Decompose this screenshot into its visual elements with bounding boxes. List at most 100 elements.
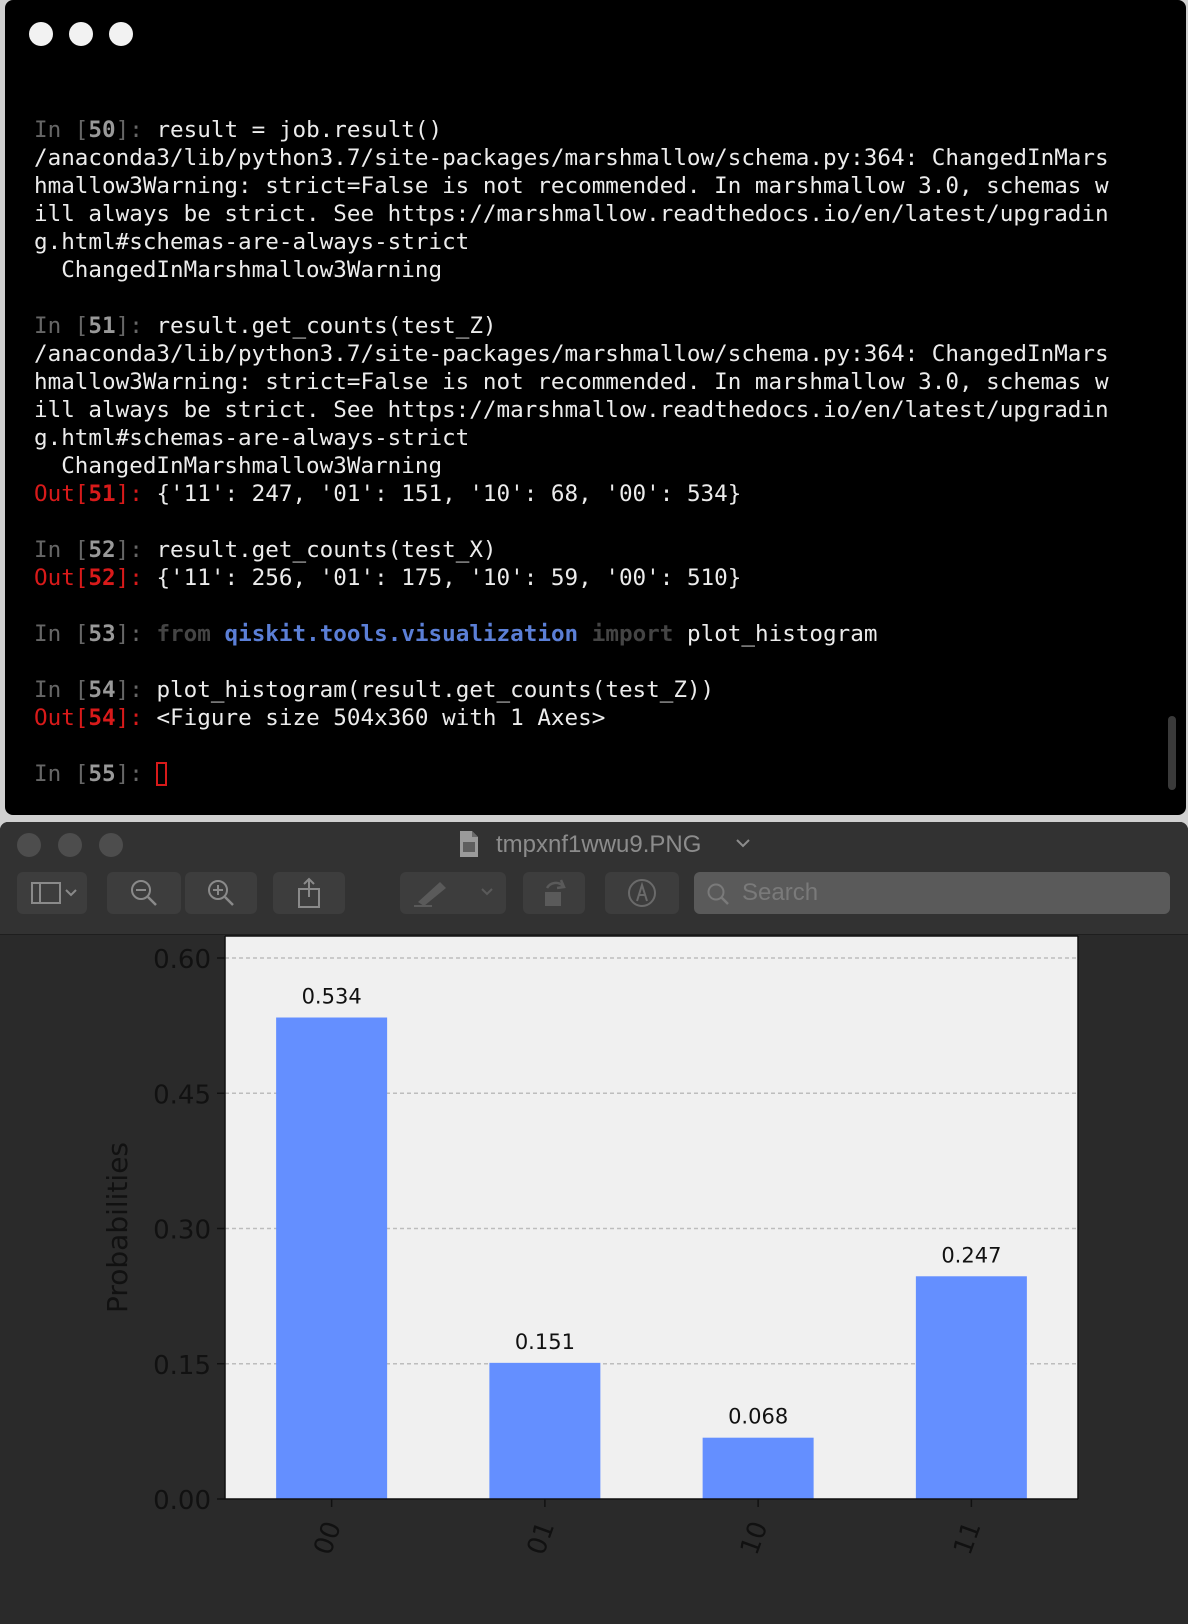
prompt-number: 54 — [88, 677, 116, 703]
prompt-number: 52 — [88, 537, 116, 563]
out-prompt-suffix: ]: — [115, 705, 157, 731]
prompt-prefix: In [ — [34, 117, 89, 143]
prompt-number: 51 — [88, 313, 116, 339]
input-prompt-line: In [55]: — [34, 760, 1154, 788]
bar-00 — [276, 1017, 388, 1499]
x-tick-label: 01 — [522, 1518, 562, 1559]
out-prompt-suffix: ]: — [115, 481, 157, 507]
window-title: tmpxnf1wwu9.PNG — [496, 831, 702, 858]
prompt-prefix: In [ — [34, 761, 89, 787]
out-prompt-suffix: ]: — [115, 565, 157, 591]
output-line: /anaconda3/lib/python3.7/site-packages/m… — [34, 341, 1109, 367]
prompt-prefix: In [ — [34, 621, 89, 647]
y-tick-label: 0.45 — [153, 1080, 211, 1110]
prompt-number: 55 — [88, 761, 116, 787]
module-name: qiskit.tools.visualization — [224, 621, 579, 647]
y-tick-label: 0.60 — [153, 945, 211, 975]
bar-01 — [489, 1362, 601, 1499]
document-icon — [460, 831, 478, 857]
bar-value-label: 0.068 — [728, 1405, 788, 1429]
bar-value-label: 0.151 — [515, 1330, 575, 1354]
preview-close-button[interactable] — [17, 833, 41, 857]
zoom-window-button[interactable] — [109, 22, 133, 46]
markup-pen-button[interactable] — [400, 872, 506, 914]
output-result-line: Out[52]: {'11': 256, '01': 175, '10': 59… — [34, 564, 1154, 592]
close-window-button[interactable] — [29, 22, 53, 46]
input-code: plot_histogram(result.get_counts(test_Z)… — [156, 677, 715, 703]
output-line: ChangedInMarshmallow3Warning — [34, 453, 443, 479]
prompt-suffix: ]: — [115, 761, 157, 787]
imported-name: plot_histogram — [687, 621, 878, 647]
y-tick-label: 0.30 — [153, 1216, 211, 1246]
prompt-number: 50 — [88, 117, 116, 143]
preview-minimize-button[interactable] — [58, 833, 82, 857]
rotate-icon — [545, 879, 566, 906]
markup-toolbar-button[interactable] — [605, 872, 679, 914]
prompt-prefix: In [ — [34, 313, 89, 339]
search-input[interactable] — [742, 872, 1152, 914]
input-line: In [52]: result.get_counts(test_X) — [34, 536, 1154, 564]
x-tick-label: 11 — [948, 1518, 988, 1559]
search-field[interactable] — [694, 872, 1170, 914]
chevron-down-icon[interactable] — [734, 834, 752, 852]
text-cursor[interactable] — [156, 762, 168, 786]
input-code: result.get_counts(test_X) — [156, 537, 497, 563]
preview-window-controls — [17, 833, 123, 857]
output-line: /anaconda3/lib/python3.7/site-packages/m… — [34, 145, 1109, 171]
preview-toolbar: tmpxnf1wwu9.PNG — [0, 822, 1188, 935]
preview-zoom-button[interactable] — [99, 833, 123, 857]
input-code: result.get_counts(test_Z) — [156, 313, 497, 339]
output-line: ChangedInMarshmallow3Warning — [34, 257, 443, 283]
y-tick-label: 0.15 — [153, 1351, 211, 1381]
zoom-in-button[interactable] — [185, 872, 257, 914]
out-prompt-prefix: Out[ — [34, 705, 89, 731]
prompt-prefix: In [ — [34, 537, 89, 563]
preview-window: tmpxnf1wwu9.PNG Search 0.534 00 0.151 01… — [0, 822, 1188, 1624]
window-controls — [29, 22, 133, 46]
output-line: ill always be strict. See https://marshm… — [34, 201, 1109, 227]
output-value: {'11': 247, '01': 151, '10': 68, '00': 5… — [156, 481, 742, 507]
out-prompt-number: 52 — [88, 565, 116, 591]
share-icon — [298, 877, 320, 908]
output-value: {'11': 256, '01': 175, '10': 59, '00': 5… — [156, 565, 742, 591]
x-tick-label: 10 — [735, 1518, 775, 1559]
bar-value-label: 0.247 — [941, 1243, 1001, 1267]
keyword-from: from — [156, 621, 211, 647]
prompt-suffix: ]: — [115, 313, 157, 339]
sidebar-toggle-button[interactable] — [17, 872, 87, 914]
y-axis-label: Probabilities — [101, 1142, 134, 1313]
out-prompt-prefix: Out[ — [34, 565, 89, 591]
zoom-out-icon — [131, 880, 157, 906]
input-line: In [53]: from qiskit.tools.visualization… — [34, 620, 1154, 648]
terminal-window: In [50]: result = job.result()/anaconda3… — [5, 0, 1186, 815]
ipython-console[interactable]: In [50]: result = job.result()/anaconda3… — [34, 116, 1154, 788]
bar-11 — [915, 1276, 1027, 1499]
out-prompt-number: 54 — [88, 705, 116, 731]
bar-value-label: 0.534 — [302, 985, 362, 1009]
histogram-chart: 0.534 00 0.151 01 0.068 10 0.247 11 0.00 0.15 0.30… — [101, 935, 1079, 1559]
output-line: hmallow3Warning: strict=False is not rec… — [34, 173, 1109, 199]
share-button[interactable] — [273, 872, 345, 914]
y-tick-label: 0.00 — [153, 1486, 211, 1516]
keyword-import: import — [591, 621, 674, 647]
output-line: g.html#schemas-are-always-strict — [34, 229, 470, 255]
prompt-number: 53 — [88, 621, 116, 647]
pen-icon — [414, 882, 493, 907]
markup-icon — [628, 879, 656, 907]
input-line: In [50]: result = job.result() — [34, 116, 1154, 144]
prompt-suffix: ]: — [115, 677, 157, 703]
output-value: <Figure size 504x360 with 1 Axes> — [156, 705, 606, 731]
zoom-out-button[interactable] — [107, 872, 181, 914]
minimize-window-button[interactable] — [69, 22, 93, 46]
terminal-scrollbar[interactable] — [1168, 716, 1176, 790]
input-line: In [51]: result.get_counts(test_Z) — [34, 312, 1154, 340]
rotate-button[interactable] — [523, 872, 585, 914]
bar-10 — [702, 1437, 814, 1499]
x-tick-label: 00 — [308, 1518, 348, 1559]
output-line: ill always be strict. See https://marshm… — [34, 397, 1109, 423]
